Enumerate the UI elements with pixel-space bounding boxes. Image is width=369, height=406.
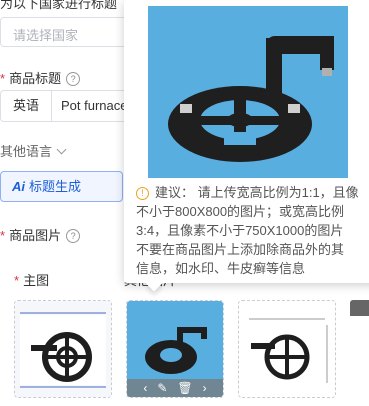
- product-images-label: 商品图片: [9, 228, 62, 243]
- product-title-label: 商品标题: [9, 71, 62, 86]
- product-images-label-row: * 商品图片?: [0, 225, 81, 244]
- tip-line: 建议： 请上传宽高比例为1:1，且像: [155, 185, 359, 200]
- country-section-label: 为以下国家进行标题: [0, 0, 118, 11]
- main-image-label-row: * 主图: [14, 270, 49, 289]
- product-image-thumb-hovered[interactable]: ‹ ✎ 🗑 ›: [126, 300, 224, 398]
- warning-circle-icon: !: [136, 187, 149, 200]
- required-mark: *: [14, 273, 20, 288]
- title-generate-label: 标题生成: [29, 179, 82, 194]
- product-title-value: Pot furnace: [61, 98, 128, 113]
- question-circle-icon[interactable]: ?: [66, 72, 81, 86]
- chevron-down-icon: [56, 144, 67, 155]
- title-language-tag: 英语: [1, 91, 52, 121]
- country-select[interactable]: 请选择国家: [0, 17, 131, 47]
- country-select-placeholder: 请选择国家: [13, 28, 79, 43]
- required-mark: *: [0, 71, 6, 86]
- product-title-label-row: * 商品标题?: [0, 68, 81, 87]
- product-title-input[interactable]: 英语 Pot furnace: [0, 90, 131, 122]
- question-circle-icon[interactable]: ?: [66, 229, 81, 243]
- other-languages-toggle[interactable]: 其他语言: [0, 141, 67, 160]
- next-arrow-icon[interactable]: ›: [203, 379, 207, 397]
- other-languages-label: 其他语言: [0, 144, 53, 159]
- tip-line: 信息，如水印、牛皮癣等信息: [136, 261, 306, 276]
- product-image-thumb-partial[interactable]: [350, 300, 369, 316]
- prev-arrow-icon[interactable]: ‹: [143, 379, 147, 397]
- ai-icon: Ai: [12, 179, 25, 194]
- product-image-thumb[interactable]: [238, 300, 336, 398]
- image-action-bar: ‹ ✎ 🗑 ›: [127, 379, 223, 397]
- product-image-thumb[interactable]: [14, 300, 112, 398]
- main-image-label: 主图: [23, 273, 50, 288]
- tip-line: 不小于800X800的图片；或宽高比例: [136, 204, 345, 219]
- image-guideline-tip: ! 建议： 请上传宽高比例为1:1，且像 不小于800X800的图片；或宽高比例 …: [136, 183, 369, 278]
- tip-line: 3:4，且像素不小于750X1000的图片: [136, 223, 344, 238]
- title-generate-button[interactable]: Ai 标题生成: [0, 171, 123, 202]
- required-mark: *: [0, 228, 6, 243]
- tip-line: 不要在商品图片上添加除商品外的其: [136, 242, 345, 257]
- edit-icon[interactable]: ✎: [157, 379, 167, 397]
- product-preview-image: [148, 6, 348, 178]
- image-preview-popover: ! 建议： 请上传宽高比例为1:1，且像 不小于800X800的图片；或宽高比例 …: [124, 0, 369, 283]
- delete-icon[interactable]: 🗑: [177, 379, 192, 397]
